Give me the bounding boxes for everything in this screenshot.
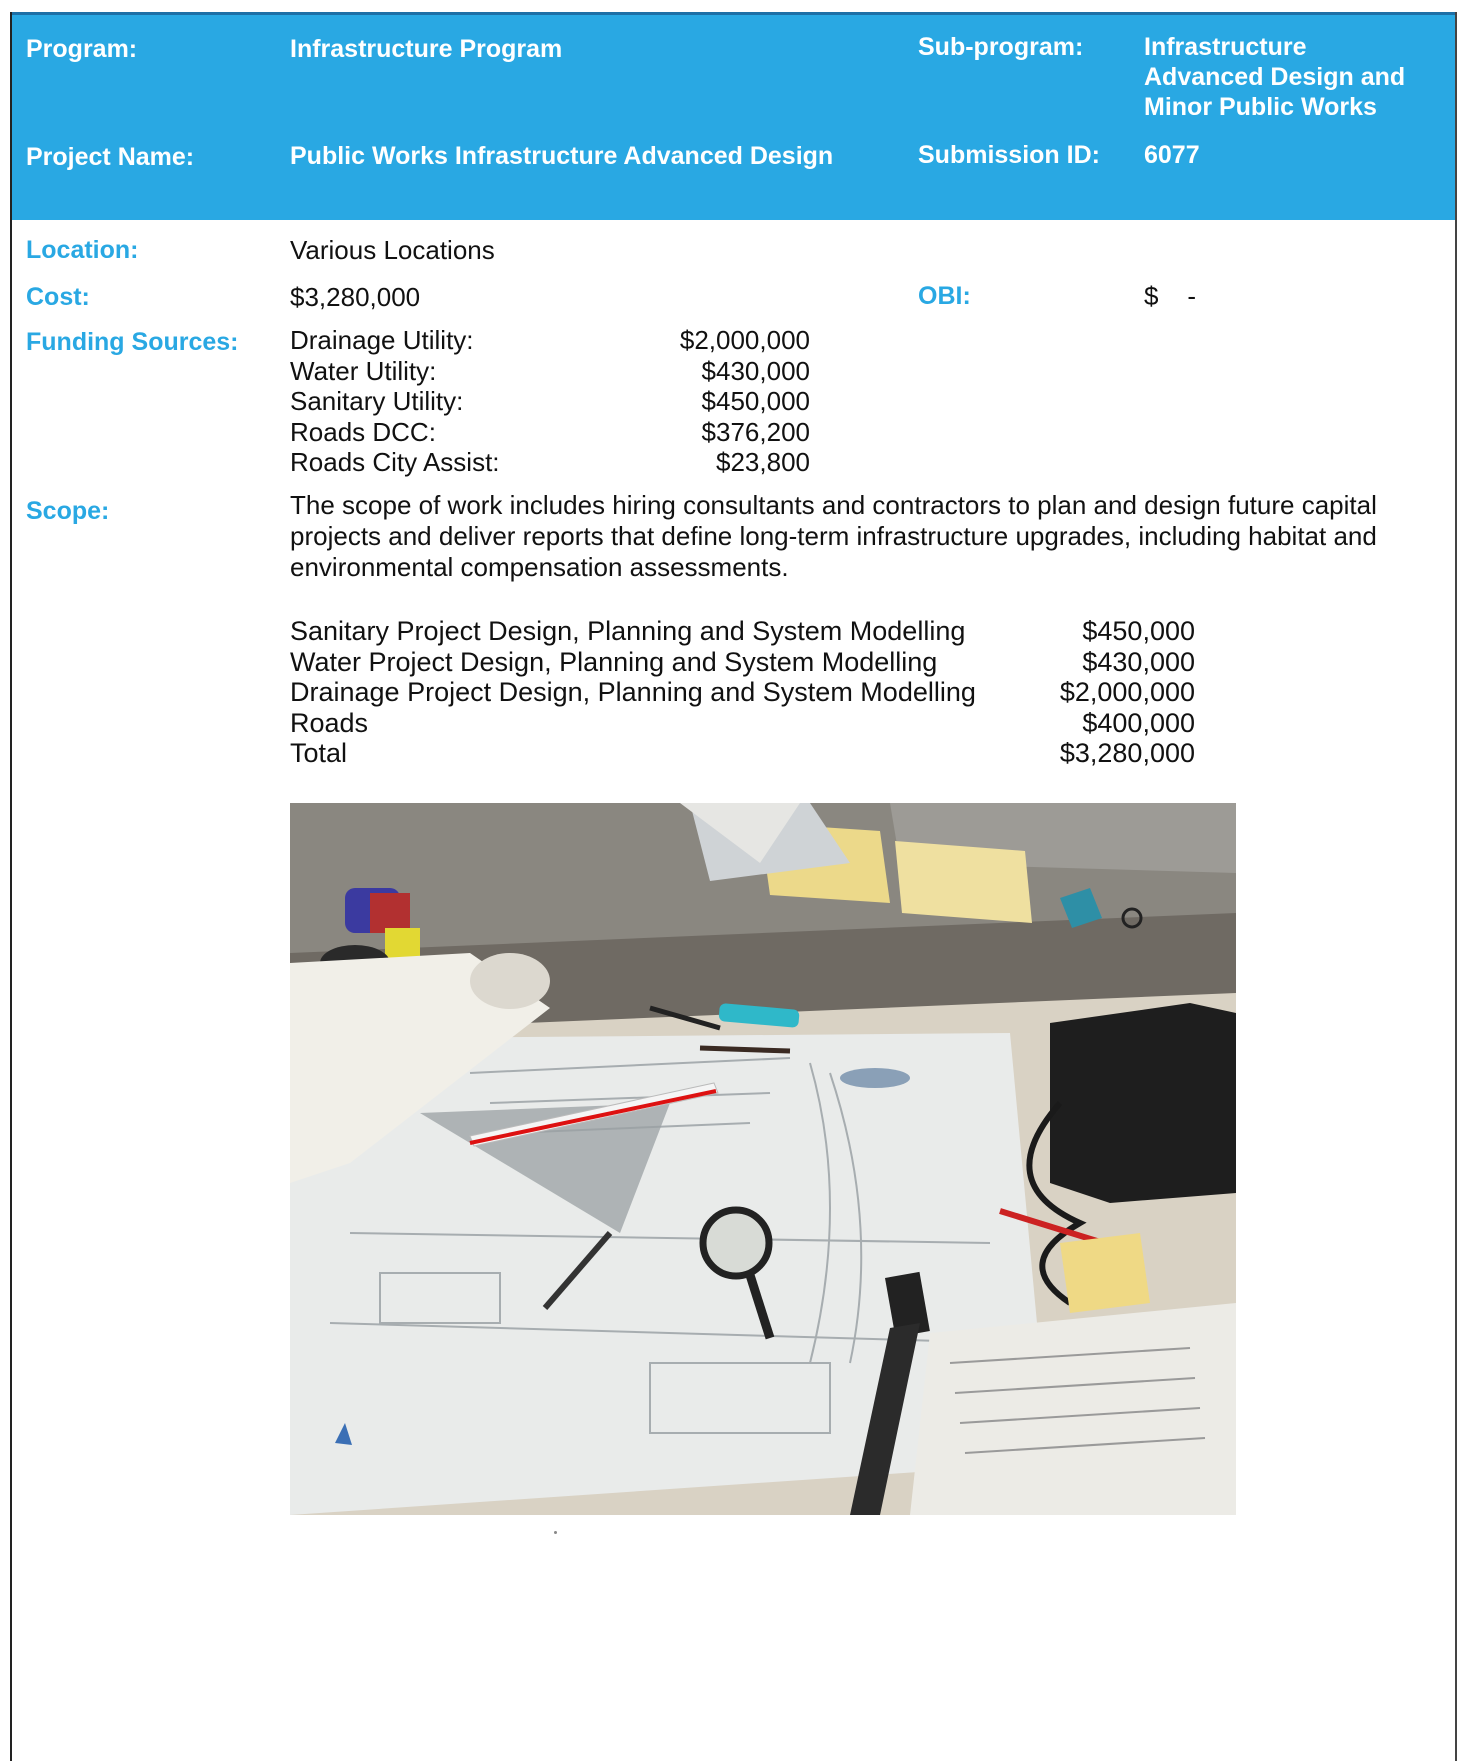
breakdown-row: Water Project Design, Planning and Syste…	[290, 647, 1195, 678]
program-label: Program:	[26, 35, 138, 63]
breakdown-row-total: Total $3,280,000	[290, 738, 1195, 769]
breakdown-item: Roads	[290, 707, 369, 738]
funding-amount: $376,200	[701, 416, 810, 447]
project-name-label: Project Name:	[26, 143, 195, 171]
breakdown-item: Water Project Design, Planning and Syste…	[290, 646, 938, 677]
location-label: Location:	[26, 236, 139, 264]
cost-breakdown: Sanitary Project Design, Planning and Sy…	[290, 616, 1195, 769]
funding-amount: $430,000	[701, 355, 810, 386]
funding-row: Roads DCC: $376,200	[290, 417, 810, 448]
breakdown-row: Sanitary Project Design, Planning and Sy…	[290, 616, 1195, 647]
breakdown-item: Drainage Project Design, Planning and Sy…	[290, 677, 976, 707]
funding-row: Drainage Utility: $2,000,000	[290, 325, 810, 356]
funding-sources-list: Drainage Utility: $2,000,000 Water Utili…	[290, 325, 810, 478]
scan-speck	[554, 1531, 557, 1534]
funding-name: Water Utility:	[290, 355, 437, 386]
program-value: Infrastructure Program	[290, 35, 563, 63]
obi-value: $ -	[1144, 281, 1197, 311]
funding-amount: $2,000,000	[679, 325, 810, 355]
breakdown-amount: $400,000	[1082, 707, 1195, 738]
funding-amount: $450,000	[701, 386, 810, 416]
scope-label: Scope:	[26, 497, 110, 525]
page-border-right	[1455, 12, 1457, 1761]
breakdown-amount: $450,000	[1082, 616, 1195, 646]
location-value: Various Locations	[290, 235, 495, 265]
submission-id-label: Submission ID:	[918, 141, 1100, 169]
breakdown-item: Total	[290, 738, 348, 768]
funding-amount: $23,800	[716, 447, 810, 477]
breakdown-row: Drainage Project Design, Planning and Sy…	[290, 677, 1195, 708]
subprogram-line-1: Infrastructure	[1144, 33, 1307, 61]
page-border-left	[10, 12, 12, 1761]
header-top-rule	[12, 12, 1455, 15]
cost-label: Cost:	[26, 283, 90, 311]
subprogram-label: Sub-program:	[918, 33, 1084, 61]
funding-name: Roads City Assist:	[290, 447, 500, 477]
breakdown-amount: $3,280,000	[1059, 738, 1195, 768]
submission-id-value: 6077	[1144, 141, 1200, 169]
obi-label: OBI:	[918, 282, 971, 310]
project-name-value: Public Works Infrastructure Advanced Des…	[290, 142, 834, 170]
scope-text: The scope of work includes hiring consul…	[290, 490, 1377, 582]
subprogram-line-3: Minor Public Works	[1144, 93, 1377, 121]
funding-row: Roads City Assist: $23,800	[290, 447, 810, 478]
funding-name: Drainage Utility:	[290, 325, 474, 355]
subprogram-line-2: Advanced Design and	[1144, 63, 1406, 91]
funding-name: Sanitary Utility:	[290, 386, 464, 416]
subprogram-value: Infrastructure Advanced Design and Minor…	[1144, 32, 1405, 122]
funding-sources-label: Funding Sources:	[26, 328, 239, 356]
funding-name: Roads DCC:	[290, 416, 436, 447]
cost-value: $3,280,000	[290, 282, 421, 312]
funding-row: Water Utility: $430,000	[290, 356, 810, 387]
breakdown-item: Sanitary Project Design, Planning and Sy…	[290, 616, 966, 646]
breakdown-amount: $2,000,000	[1059, 677, 1195, 707]
funding-row: Sanitary Utility: $450,000	[290, 386, 810, 417]
desk-photo	[290, 803, 1236, 1515]
breakdown-row: Roads $400,000	[290, 708, 1195, 739]
breakdown-amount: $430,000	[1082, 646, 1195, 677]
header-band: Program: Infrastructure Program Sub-prog…	[12, 12, 1455, 220]
